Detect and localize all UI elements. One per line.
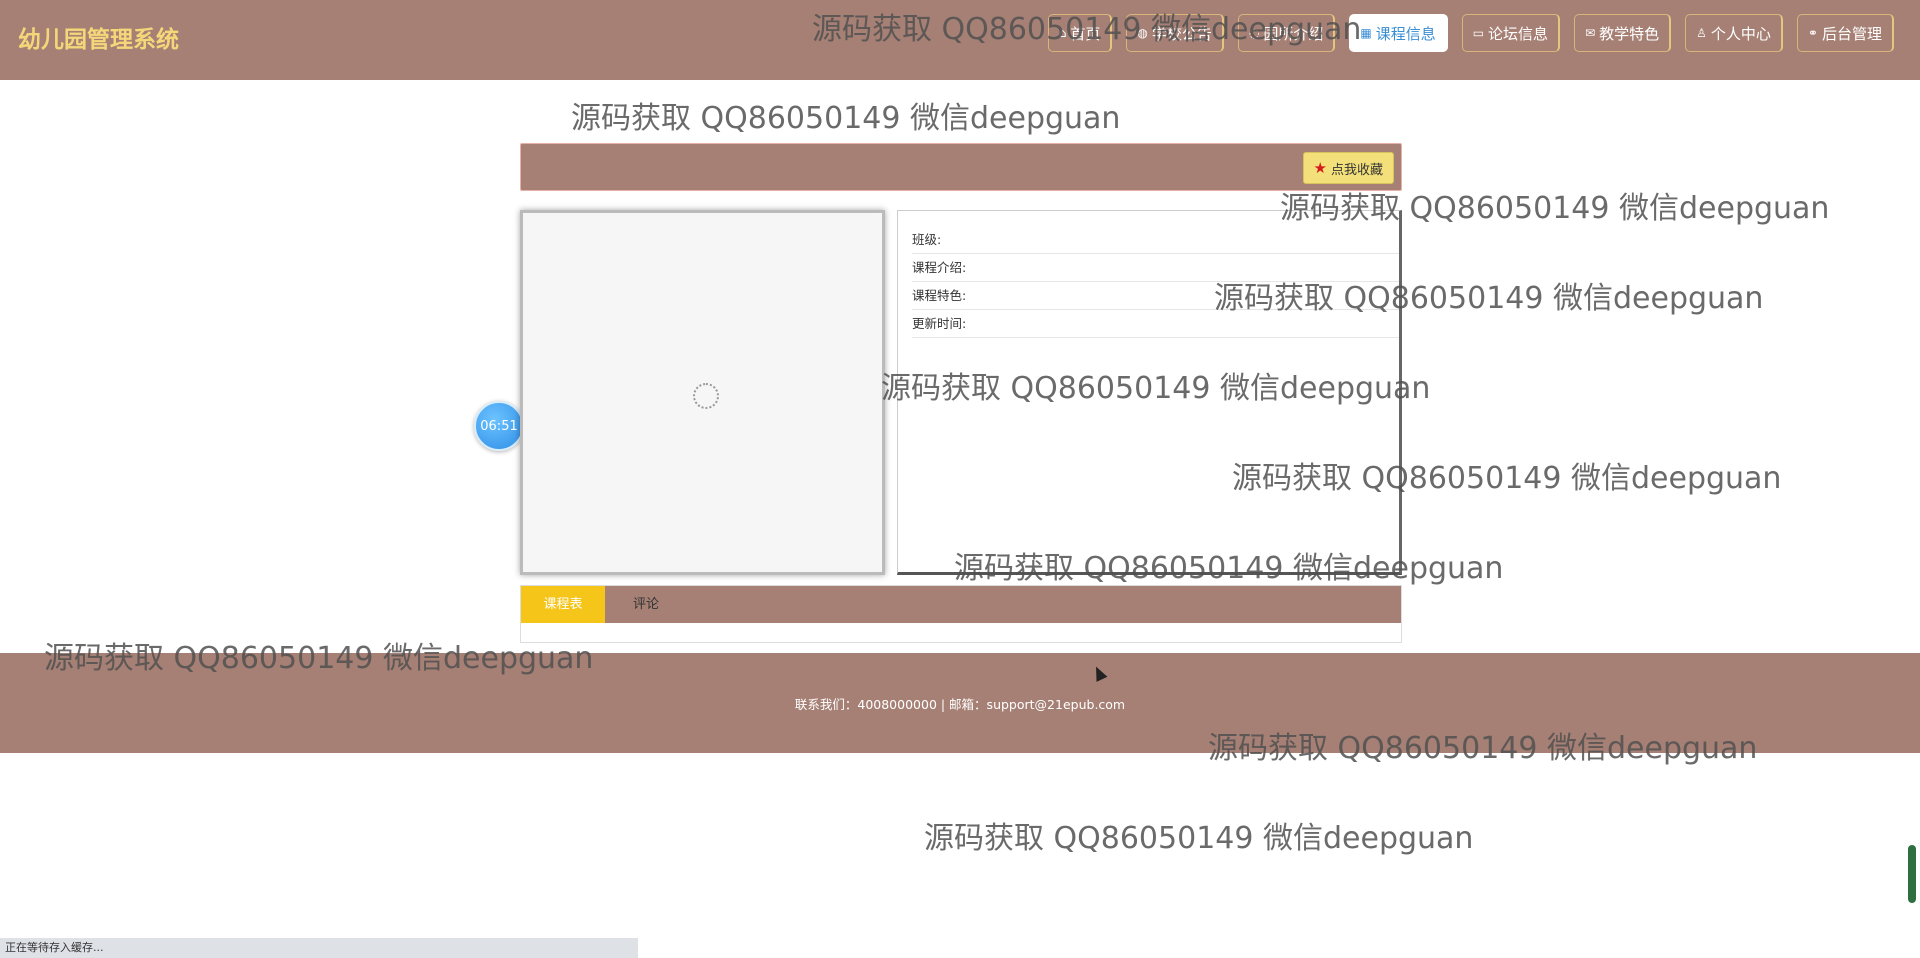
scrollbar-thumb[interactable]: [1908, 845, 1916, 903]
link-icon: ⚭: [1807, 26, 1818, 40]
tab-schedule[interactable]: 课程表: [521, 586, 605, 623]
site-footer: 联系我们：4008000000 | 邮箱：support@21epub.com: [0, 653, 1920, 753]
main-nav: ⌂ 首页 ◍ 学校公告 ◌ 园所介绍 ▦ 课程信息 ▭ 论坛信息 ✉ 教学特色 …: [1047, 14, 1894, 52]
top-header: 幼儿园管理系统 ⌂ 首页 ◍ 学校公告 ◌ 园所介绍 ▦ 课程信息 ▭ 论坛信息…: [0, 0, 1920, 80]
nav-label: 论坛信息: [1488, 24, 1549, 43]
nav-course-info[interactable]: ▦ 课程信息: [1349, 14, 1448, 52]
favorite-button[interactable]: ★ 点我收藏: [1302, 152, 1394, 184]
nav-home[interactable]: ⌂ 首页: [1047, 14, 1113, 52]
nav-label: 后台管理: [1821, 24, 1882, 43]
field-label: 更新时间:: [912, 316, 967, 331]
user-icon: ♙: [1696, 26, 1707, 40]
browser-status-bar: 正在等待存入缓存...: [0, 938, 638, 958]
course-info-panel: 班级: 课程介绍: 课程特色: 更新时间:: [897, 210, 1402, 575]
floating-timer[interactable]: 06:51: [474, 401, 524, 451]
watermark-text: 源码获取 QQ86050149 微信deepguan: [571, 101, 1121, 136]
tab-bar: 课程表 评论: [521, 586, 1401, 623]
nav-label: 教学特色: [1599, 24, 1660, 43]
nav-forum[interactable]: ▭ 论坛信息: [1461, 14, 1561, 52]
nav-label: 课程信息: [1375, 24, 1436, 43]
field-course-intro: 课程介绍:: [912, 254, 1399, 282]
field-label: 课程介绍:: [912, 260, 967, 275]
nav-kindergarten-intro[interactable]: ◌ 园所介绍: [1237, 14, 1336, 52]
nav-announcements[interactable]: ◍ 学校公告: [1126, 14, 1224, 52]
book-icon: ▭: [1472, 26, 1485, 40]
location-icon: ◌: [1248, 26, 1260, 40]
detail-title-bar: ★ 点我收藏: [520, 143, 1402, 191]
calendar-icon: ▦: [1360, 26, 1372, 40]
globe-icon: ◍: [1137, 26, 1148, 40]
home-icon: ⌂: [1058, 26, 1067, 40]
mail-icon: ✉: [1585, 26, 1596, 40]
course-image-panel: [520, 210, 885, 575]
nav-label: 学校公告: [1151, 24, 1212, 43]
nav-personal-center[interactable]: ♙ 个人中心: [1685, 14, 1783, 52]
loading-spinner-icon: [693, 383, 719, 409]
nav-teaching-features[interactable]: ✉ 教学特色: [1574, 14, 1672, 52]
info-list: 班级: 课程介绍: 课程特色: 更新时间:: [898, 226, 1399, 338]
footer-contact: 联系我们：4008000000 | 邮箱：support@21epub.com: [794, 696, 1126, 712]
favorite-label: 点我收藏: [1330, 162, 1383, 178]
star-icon: ★: [1313, 159, 1327, 177]
field-label: 班级:: [912, 232, 942, 247]
field-label: 课程特色:: [912, 288, 967, 303]
detail-tabs: 课程表 评论: [520, 585, 1402, 643]
nav-label: 园所介绍: [1263, 24, 1324, 43]
nav-label: 个人中心: [1710, 24, 1771, 43]
nav-admin[interactable]: ⚭ 后台管理: [1796, 14, 1894, 52]
site-brand[interactable]: 幼儿园管理系统: [18, 20, 179, 54]
watermark-text: 源码获取 QQ86050149 微信deepguan: [924, 821, 1474, 856]
field-class: 班级:: [912, 226, 1399, 254]
nav-label: 首页: [1070, 24, 1101, 43]
field-update-time: 更新时间:: [912, 310, 1399, 338]
tab-comment[interactable]: 评论: [621, 586, 671, 623]
field-course-features: 课程特色:: [912, 282, 1399, 310]
